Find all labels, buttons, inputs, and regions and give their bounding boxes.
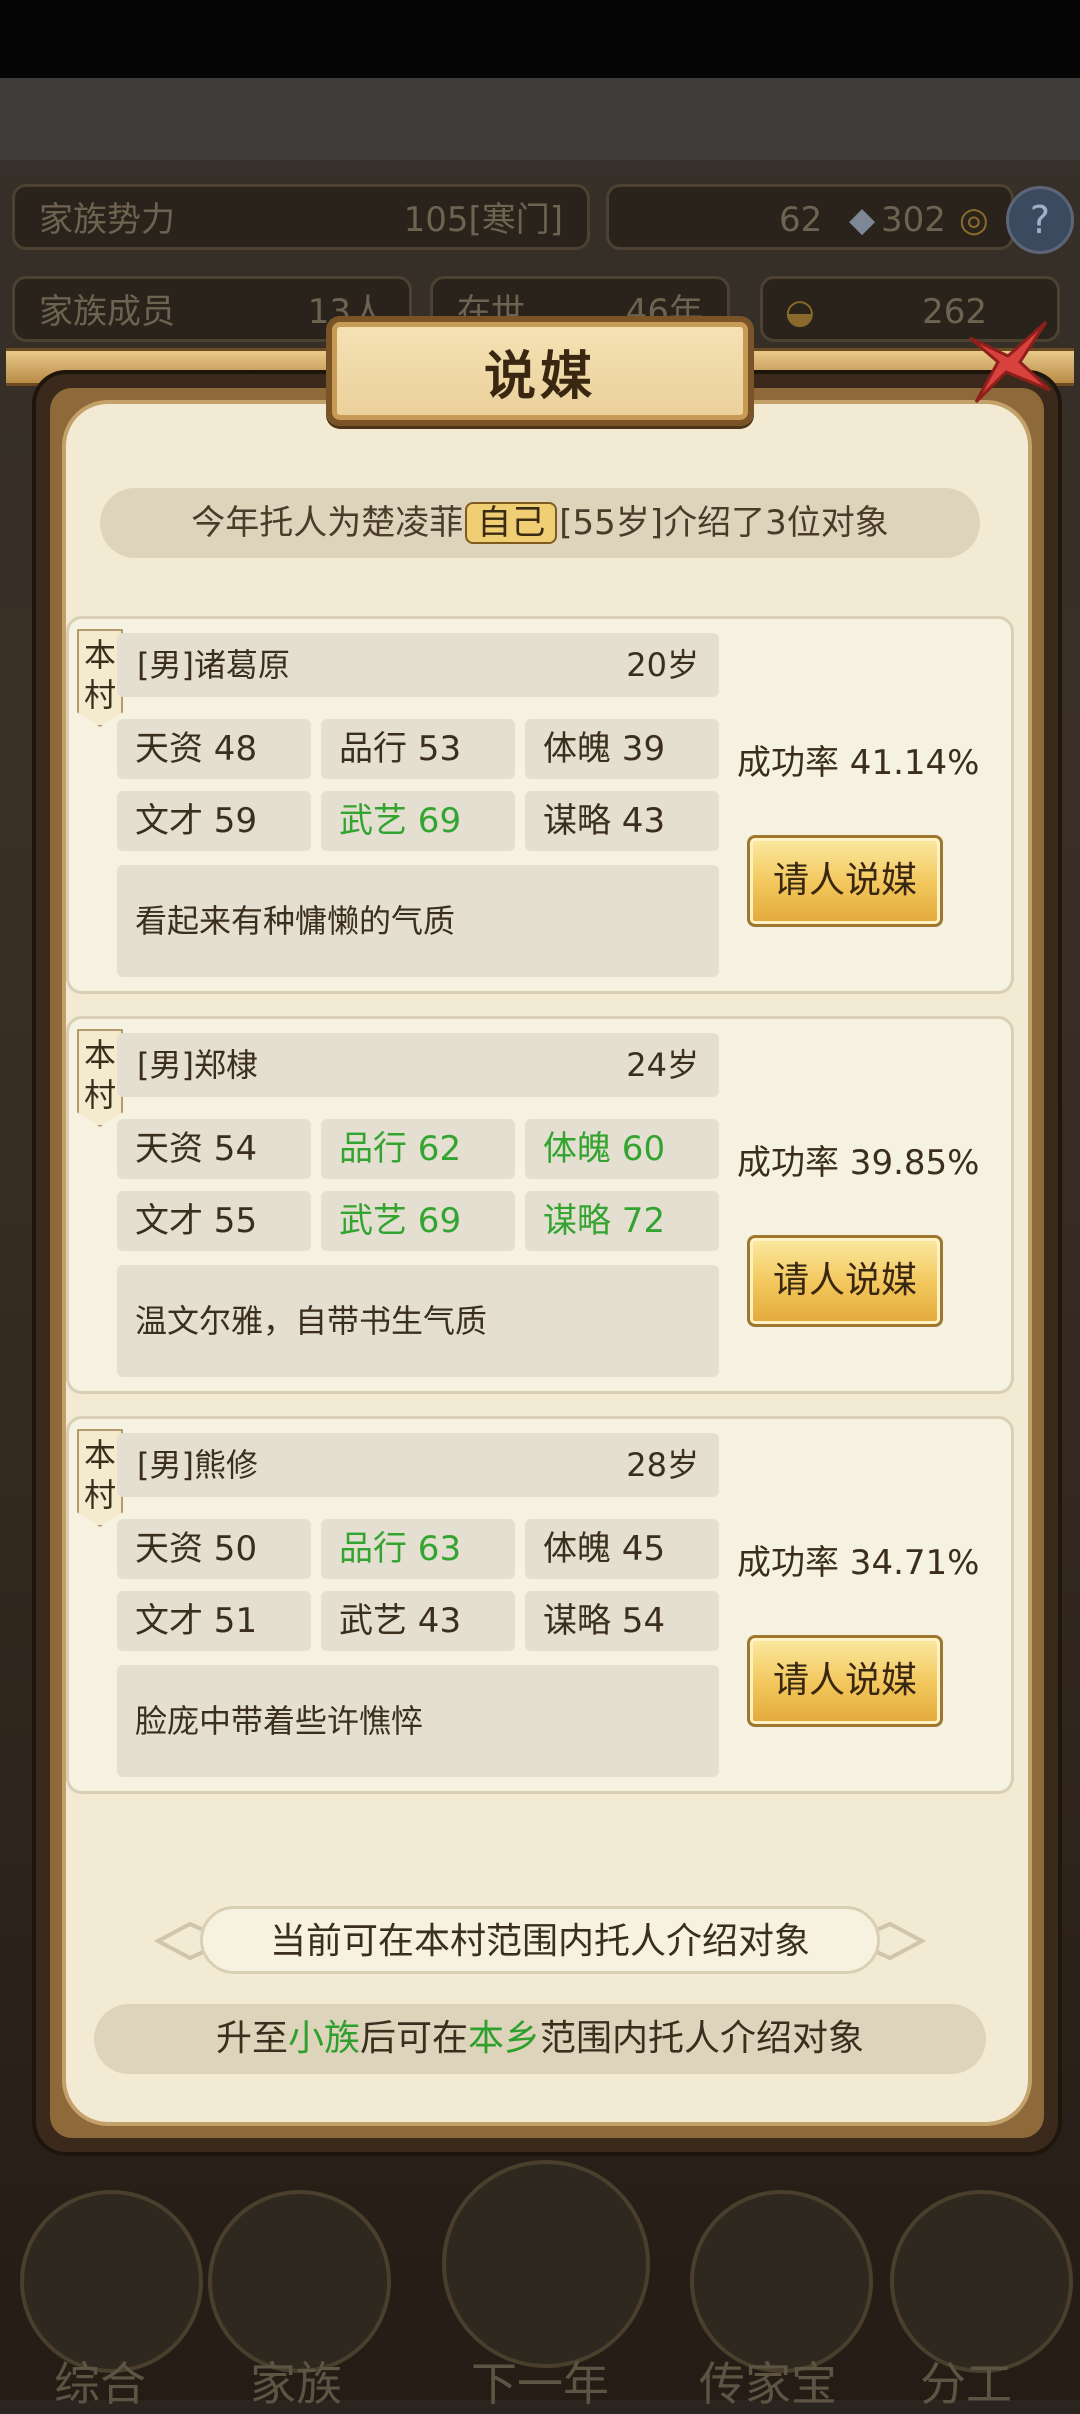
stat-martial: 武艺 43 bbox=[321, 1591, 515, 1651]
coin-icon: ◎ bbox=[959, 200, 989, 240]
stat-literary: 文才 59 bbox=[117, 791, 311, 851]
close-icon bbox=[969, 320, 1052, 404]
upgrade-pre: 升至 bbox=[215, 2018, 288, 2059]
stat-physique: 体魄 45 bbox=[525, 1519, 719, 1579]
upgrade-note: 升至小族后可在本乡范围内托人介绍对象 bbox=[94, 2004, 986, 2074]
nav-assign-button[interactable] bbox=[890, 2190, 1073, 2373]
ink-icon: ◆ bbox=[849, 200, 876, 240]
nav-assign-label: 分工 bbox=[920, 2357, 1012, 2411]
nav-heirloom-label: 传家宝 bbox=[699, 2357, 837, 2411]
nav-family-button[interactable] bbox=[208, 2190, 391, 2373]
candidate-header: [男]郑棣 24岁 bbox=[117, 1033, 719, 1097]
candidate-name: [男]郑棣 bbox=[137, 1046, 258, 1084]
upgrade-post: 范围内托人介绍对象 bbox=[540, 2018, 865, 2059]
nav-family-label: 家族 bbox=[250, 2357, 342, 2411]
candidate-age: 20岁 bbox=[626, 646, 699, 684]
family-power-box: 家族势力 105[寒门] bbox=[12, 184, 590, 250]
candidate-name: [男]诸葛原 bbox=[137, 646, 290, 684]
top-band bbox=[0, 78, 1080, 160]
nav-next-year-button[interactable] bbox=[442, 2160, 650, 2368]
stat-talent: 天资 54 bbox=[117, 1119, 311, 1179]
upgrade-rank: 小族 bbox=[287, 2018, 360, 2059]
close-button[interactable] bbox=[962, 316, 1052, 406]
upgrade-area: 本乡 bbox=[468, 2018, 541, 2059]
request-matchmaking-button[interactable]: 请人说媒 bbox=[747, 1235, 943, 1327]
resource-right-value: 302 bbox=[881, 200, 946, 240]
gold-ingot-icon: ◒ bbox=[785, 292, 815, 332]
stat-strategy: 谋略 54 bbox=[525, 1591, 719, 1651]
summary-bar: 今年托人为楚凌菲 自己 [55岁]介绍了3位对象 bbox=[100, 488, 980, 558]
stat-morality: 品行 63 bbox=[321, 1519, 515, 1579]
candidate-description: 看起来有种慵懒的气质 bbox=[117, 865, 719, 977]
success-rate: 成功率 39.85% bbox=[737, 1143, 980, 1183]
stat-talent: 天资 50 bbox=[117, 1519, 311, 1579]
dialog-title: 说媒 bbox=[483, 347, 596, 407]
nav-overview-button[interactable] bbox=[20, 2190, 203, 2373]
self-tag: 自己 bbox=[465, 502, 558, 544]
stat-strategy: 谋略 43 bbox=[525, 791, 719, 851]
stat-strategy: 谋略 72 bbox=[525, 1191, 719, 1251]
family-power-label: 家族势力 bbox=[39, 200, 175, 240]
summary-suffix: [55岁]介绍了3位对象 bbox=[559, 503, 889, 543]
stat-talent: 天资 48 bbox=[117, 719, 311, 779]
stat-morality: 品行 53 bbox=[321, 719, 515, 779]
resource-left-value: 62 bbox=[779, 200, 823, 240]
stat-physique: 体魄 39 bbox=[525, 719, 719, 779]
scope-note: 当前可在本村范围内托人介绍对象 bbox=[200, 1906, 880, 1974]
stat-morality: 品行 62 bbox=[321, 1119, 515, 1179]
summary-prefix: 今年托人为楚凌菲 bbox=[191, 503, 464, 543]
family-members-label: 家族成员 bbox=[39, 292, 175, 332]
candidate-name: [男]熊修 bbox=[137, 1446, 258, 1484]
candidate-card: 本村 [男]熊修 28岁 天资 50 品行 63 体魄 45 文才 51 武艺 … bbox=[66, 1416, 1014, 1794]
family-power-value: 105[寒门] bbox=[403, 200, 563, 240]
nav-heirloom-button[interactable] bbox=[690, 2190, 873, 2373]
help-icon[interactable]: ? bbox=[1006, 186, 1074, 254]
stat-literary: 文才 51 bbox=[117, 1591, 311, 1651]
dialog-title-plate: 说媒 bbox=[326, 316, 754, 426]
request-matchmaking-button[interactable]: 请人说媒 bbox=[747, 835, 943, 927]
status-bar bbox=[0, 0, 1080, 78]
candidate-age: 24岁 bbox=[626, 1046, 699, 1084]
candidate-card: 本村 [男]郑棣 24岁 天资 54 品行 62 体魄 60 文才 55 武艺 … bbox=[66, 1016, 1014, 1394]
candidate-age: 28岁 bbox=[626, 1446, 699, 1484]
candidate-card: 本村 [男]诸葛原 20岁 天资 48 品行 53 体魄 39 文才 59 武艺… bbox=[66, 616, 1014, 994]
request-matchmaking-button[interactable]: 请人说媒 bbox=[747, 1635, 943, 1727]
success-rate: 成功率 34.71% bbox=[737, 1543, 980, 1583]
nav-next-year-label: 下一年 bbox=[471, 2357, 609, 2411]
candidate-header: [男]熊修 28岁 bbox=[117, 1433, 719, 1497]
upgrade-mid: 后可在 bbox=[359, 2018, 468, 2059]
candidate-description: 脸庞中带着些许憔悴 bbox=[117, 1665, 719, 1777]
stat-martial: 武艺 69 bbox=[321, 791, 515, 851]
candidate-description: 温文尔雅，自带书生气质 bbox=[117, 1265, 719, 1377]
resource-box: 62 ◆ 302 ◎ bbox=[606, 184, 1014, 250]
candidate-header: [男]诸葛原 20岁 bbox=[117, 633, 719, 697]
stat-physique: 体魄 60 bbox=[525, 1119, 719, 1179]
nav-overview-label: 综合 bbox=[54, 2357, 146, 2411]
success-rate: 成功率 41.14% bbox=[737, 743, 980, 783]
stat-martial: 武艺 69 bbox=[321, 1191, 515, 1251]
stat-literary: 文才 55 bbox=[117, 1191, 311, 1251]
